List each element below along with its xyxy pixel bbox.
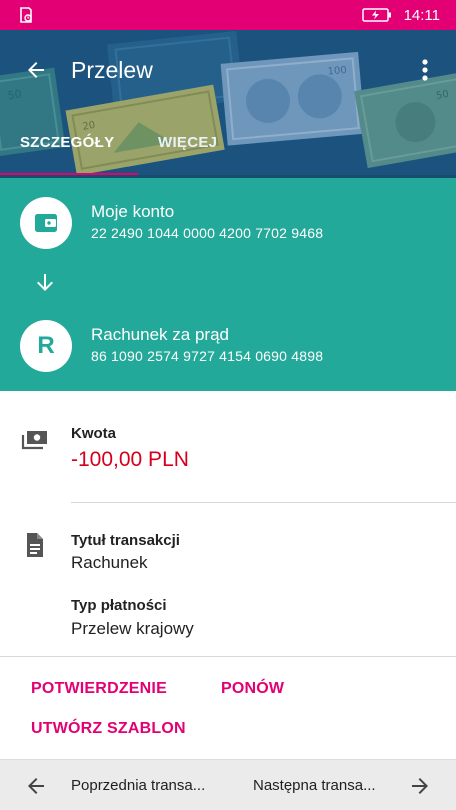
banknote-illustration: 50 20 100 50 — [0, 30, 456, 178]
to-account-avatar: R — [20, 320, 72, 372]
section-divider — [0, 656, 456, 657]
to-account-initial: R — [37, 332, 55, 359]
battery-charging-icon — [362, 8, 391, 22]
from-account-avatar — [20, 197, 72, 249]
divider — [71, 502, 456, 503]
transaction-title-label: Tytuł transakcji — [71, 532, 180, 549]
arrow-back-icon[interactable] — [24, 774, 48, 798]
transfer-accounts: Moje konto 22 2490 1044 0000 4200 7702 9… — [0, 178, 456, 391]
from-account-name: Moje konto — [91, 202, 175, 221]
confirmation-button[interactable]: POTWIERDZENIE — [31, 680, 167, 698]
previous-transaction-button[interactable]: Poprzednia transa... — [71, 777, 205, 794]
arrow-back-icon — [28, 62, 44, 78]
clock: 14:11 — [403, 7, 440, 24]
payment-type-value: Przelew krajowy — [71, 619, 194, 638]
tab-more[interactable]: WIĘCEJ — [158, 134, 217, 151]
repeat-button[interactable]: PONÓW — [221, 680, 284, 698]
transaction-title-value: Rachunek — [71, 553, 148, 572]
more-vert-icon — [422, 59, 428, 81]
arrow-forward-icon[interactable] — [408, 774, 432, 798]
document-icon — [27, 533, 43, 557]
overflow-menu-button[interactable] — [410, 52, 440, 88]
status-bar: 14:11 — [0, 0, 456, 30]
arrow-down-icon — [37, 274, 53, 291]
tab-details[interactable]: SZCZEGÓŁY — [20, 134, 114, 151]
from-account-number: 22 2490 1044 0000 4200 7702 9468 — [91, 225, 324, 241]
to-account-number: 86 1090 2574 9727 4154 0690 4898 — [91, 348, 324, 364]
amount-label: Kwota — [71, 425, 116, 442]
next-transaction-button[interactable]: Następna transa... — [253, 777, 376, 794]
payment-type-label: Typ płatności — [71, 597, 167, 614]
notification-icon — [20, 7, 32, 23]
amount-value: -100,00 PLN — [71, 448, 189, 471]
transaction-navigation: Poprzednia transa... Następna transa... — [0, 759, 456, 810]
create-template-button[interactable]: UTWÓRZ SZABLON — [31, 720, 186, 738]
to-account-name: Rachunek za prąd — [91, 325, 229, 344]
back-button[interactable] — [16, 50, 56, 90]
wallet-icon — [35, 214, 57, 232]
cash-icon — [21, 431, 47, 450]
page-title: Przelew — [71, 57, 153, 83]
app-header: 50 20 100 50 Przelew SZCZEGÓŁY WIĘCEJ — [0, 30, 456, 178]
